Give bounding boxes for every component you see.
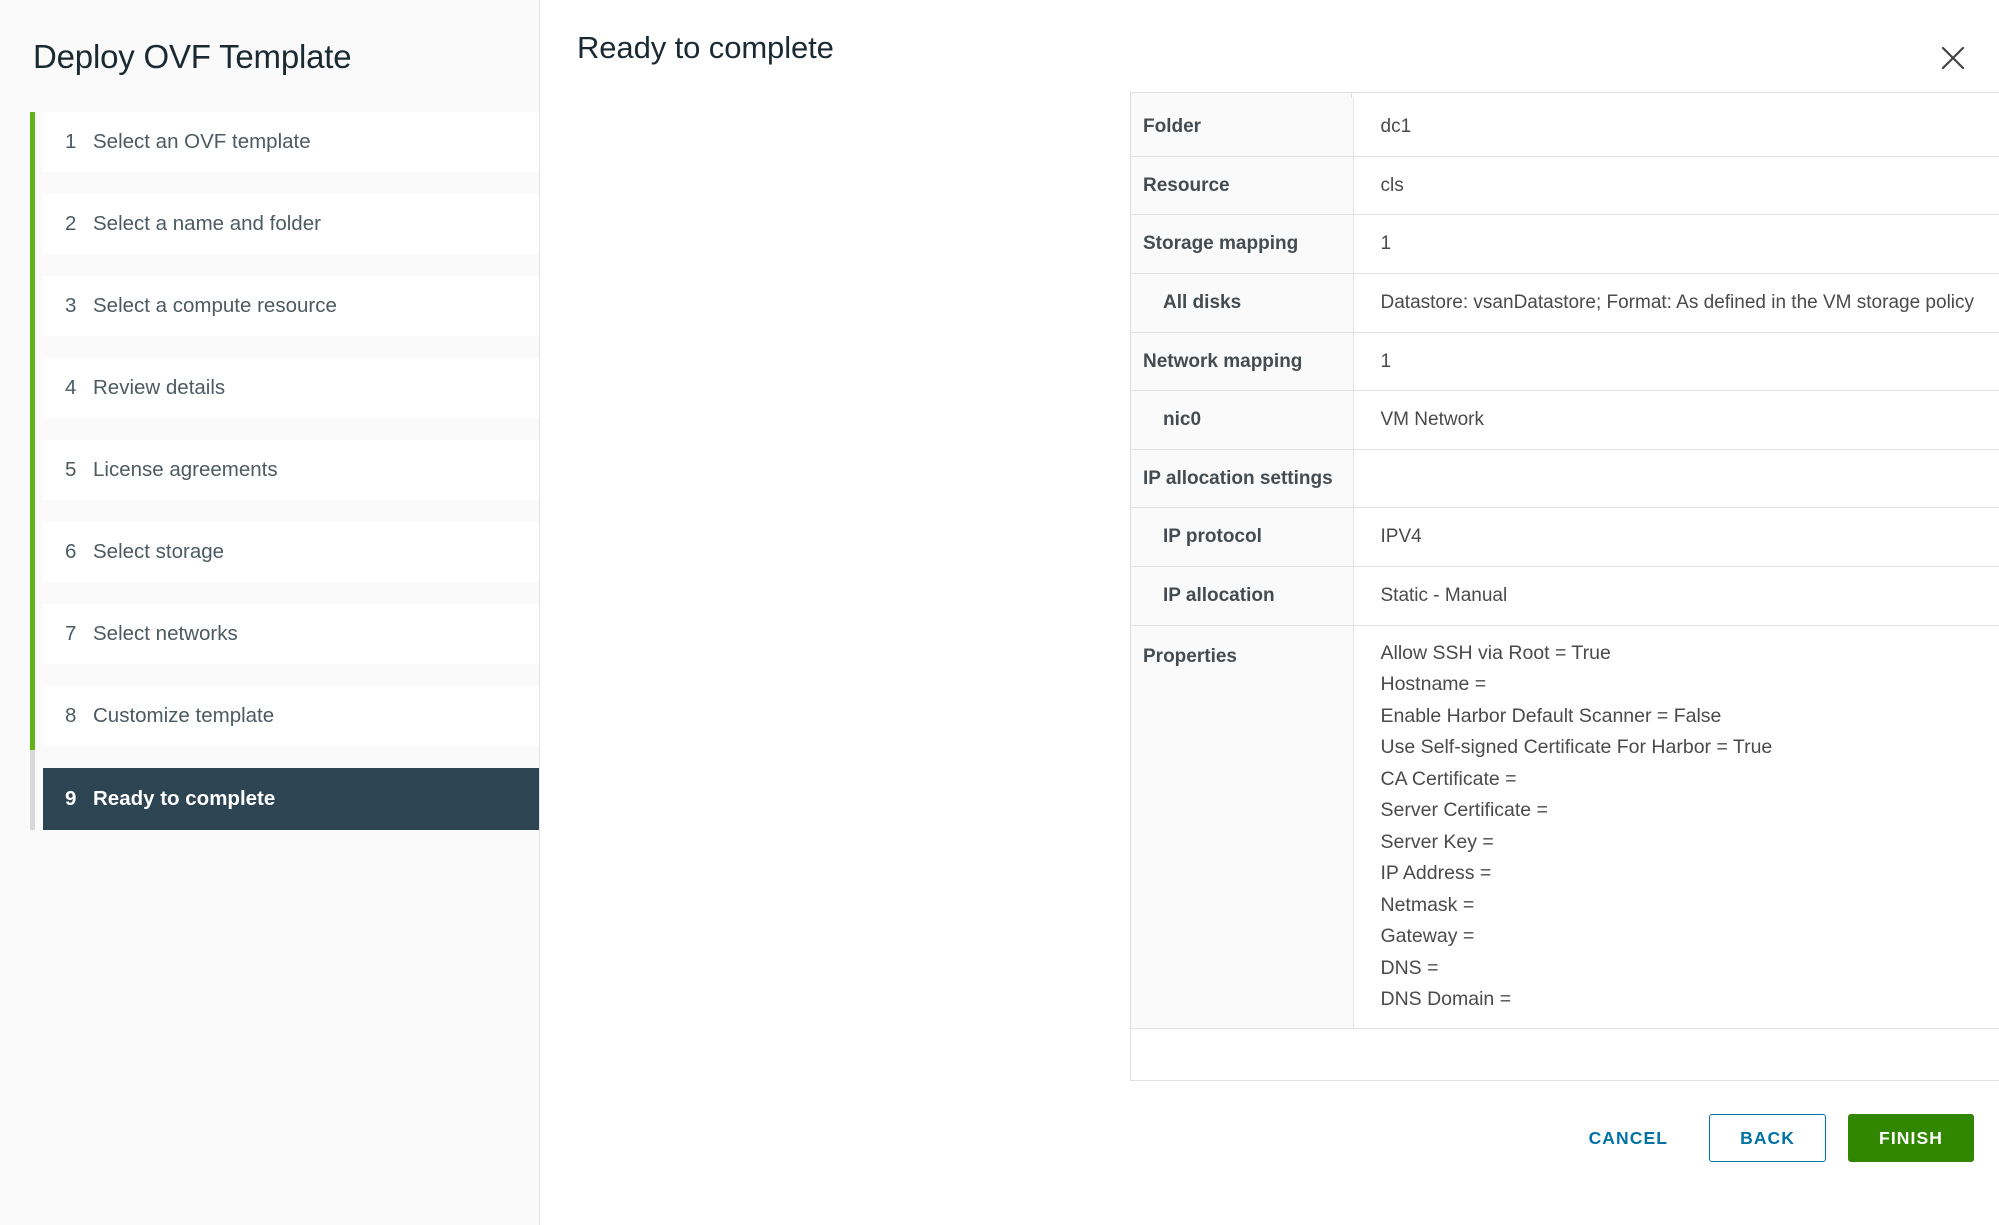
sidebar-step-select-a-compute-resource[interactable]: 3 Select a compute resource (43, 276, 539, 336)
sidebar-step-ready-to-complete[interactable]: 9 Ready to complete (43, 768, 539, 830)
property-item: Use Self-signed Certificate For Harbor =… (1380, 736, 1773, 759)
property-item: Enable Harbor Default Scanner = False (1380, 704, 1722, 727)
step-label: License agreements (93, 458, 278, 481)
step-number: 7 (65, 622, 77, 645)
step-label: Select a name and folder (93, 212, 321, 235)
step-label: Select storage (93, 540, 225, 563)
property-item: Server Key = (1380, 830, 1494, 853)
property-item: CA Certificate = (1380, 767, 1517, 790)
table-row: Resource cls (1131, 156, 1999, 216)
sidebar-step-select-networks[interactable]: 7 Select networks (43, 604, 539, 664)
step-number: 5 (65, 458, 77, 481)
step-number: 2 (65, 212, 77, 235)
table-row-properties: Properties Allow SSH via Root = True Hos… (1131, 625, 1999, 1029)
back-button[interactable]: BACK (1709, 1114, 1827, 1162)
summary-table: Folder dc1 Resource cls Storage mapping … (1131, 98, 1999, 1029)
page-title: Ready to complete (577, 30, 834, 65)
deploy-ovf-wizard-dialog: Deploy OVF Template 1 Select an OVF temp… (0, 0, 1999, 1225)
row-label: Folder (1131, 98, 1354, 157)
table-row: nic0 VM Network (1131, 390, 1999, 450)
properties-list: Allow SSH via Root = True Hostname = Ena… (1381, 642, 1999, 1012)
property-item: Allow SSH via Root = True (1380, 641, 1611, 664)
property-item: IP Address = (1380, 862, 1492, 885)
step-number: 4 (65, 376, 77, 399)
property-item: Gateway = (1380, 925, 1475, 948)
finish-button[interactable]: FINISH (1848, 1114, 1974, 1162)
row-label: IP allocation settings (1131, 449, 1354, 509)
property-item: DNS Domain = (1380, 988, 1512, 1011)
wizard-sidebar: Deploy OVF Template 1 Select an OVF temp… (0, 0, 540, 1225)
property-item: Server Certificate = (1380, 799, 1548, 822)
step-number: 3 (65, 294, 77, 317)
row-value (1353, 449, 1999, 509)
sidebar-step-license-agreements[interactable]: 5 License agreements (43, 440, 539, 500)
wizard-step-list: 1 Select an OVF template 2 Select a name… (0, 112, 539, 830)
wizard-progress-fill (30, 112, 35, 750)
step-number: 1 (65, 130, 77, 153)
row-label: Resource (1131, 156, 1354, 216)
row-label: IP protocol (1131, 507, 1354, 568)
sidebar-step-customize-template[interactable]: 8 Customize template (43, 686, 539, 746)
row-value: Static - Manual (1353, 566, 1999, 626)
table-row: Storage mapping 1 (1131, 214, 1999, 274)
row-value: IPV4 (1353, 507, 1999, 568)
sidebar-step-select-a-name-and-folder[interactable]: 2 Select a name and folder (43, 194, 539, 254)
property-item: DNS = (1380, 956, 1439, 979)
row-label: nic0 (1131, 390, 1354, 450)
row-value: Datastore: vsanDatastore; Format: As def… (1353, 273, 1999, 333)
sidebar-step-select-storage[interactable]: 6 Select storage (43, 522, 539, 582)
row-value: cls (1353, 156, 1999, 216)
step-label: Select networks (93, 622, 238, 645)
cancel-button[interactable]: CANCEL (1566, 1114, 1692, 1162)
step-label: Customize template (93, 704, 275, 727)
row-value: 1 (1353, 332, 1999, 392)
row-value-properties: Allow SSH via Root = True Hostname = Ena… (1353, 625, 1999, 1029)
table-row: Folder dc1 (1131, 98, 1999, 157)
property-item: Hostname = (1380, 673, 1487, 696)
sidebar-step-select-an-ovf-template[interactable]: 1 Select an OVF template (43, 112, 539, 172)
property-item: Netmask = (1380, 893, 1475, 916)
step-label: Review details (93, 376, 226, 399)
table-row: Network mapping 1 (1131, 332, 1999, 392)
row-value: VM Network (1353, 390, 1999, 450)
wizard-main-panel: Ready to complete Folder dc1 Resource cl… (540, 0, 1999, 1225)
table-row: IP allocation settings (1131, 449, 1999, 509)
wizard-footer: CANCEL BACK FINISH (1566, 1114, 1974, 1162)
row-label: IP allocation (1131, 566, 1354, 626)
row-value: 1 (1353, 214, 1999, 274)
row-label: All disks (1131, 273, 1354, 333)
summary-table-container[interactable]: Folder dc1 Resource cls Storage mapping … (1130, 98, 1999, 1081)
table-row: IP protocol IPV4 (1131, 507, 1999, 568)
sidebar-step-review-details[interactable]: 4 Review details (43, 358, 539, 418)
wizard-title: Deploy OVF Template (33, 38, 352, 75)
step-label: Select an OVF template (93, 130, 311, 153)
step-number: 8 (65, 704, 77, 727)
step-number: 6 (65, 540, 77, 563)
row-label: Properties (1131, 625, 1354, 1029)
row-value: dc1 (1353, 98, 1999, 157)
step-label: Ready to complete (93, 787, 276, 810)
table-row: IP allocation Static - Manual (1131, 566, 1999, 626)
step-number: 9 (65, 787, 77, 810)
step-label: Select a compute resource (93, 294, 337, 317)
table-row: All disks Datastore: vsanDatastore; Form… (1131, 273, 1999, 333)
close-icon[interactable] (1931, 36, 1975, 80)
row-label: Storage mapping (1131, 214, 1354, 274)
row-label: Network mapping (1131, 332, 1354, 392)
